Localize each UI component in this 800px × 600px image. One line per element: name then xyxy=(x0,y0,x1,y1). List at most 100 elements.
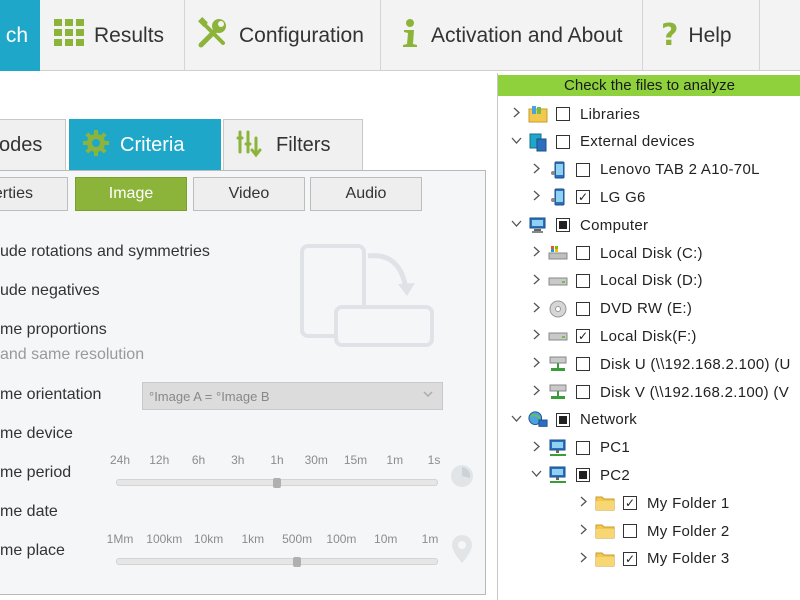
tree-row[interactable]: Network xyxy=(510,407,637,433)
period-slider-thumb[interactable] xyxy=(273,478,281,488)
scale-tick-label: 500m xyxy=(282,532,313,546)
chevron-down-icon[interactable] xyxy=(510,413,522,427)
tree-row[interactable]: Libraries xyxy=(510,101,640,127)
tree-row[interactable]: ✓ My Folder 1 xyxy=(577,490,730,516)
chevron-right-icon[interactable] xyxy=(530,357,542,371)
place-slider-track[interactable] xyxy=(116,558,438,565)
help-button-label: Help xyxy=(688,23,732,47)
tab-properties[interactable]: erties xyxy=(0,177,68,211)
tree-checkbox[interactable] xyxy=(576,357,590,372)
tab-filters[interactable]: Filters xyxy=(223,119,363,171)
tab-modes[interactable]: odes xyxy=(0,119,66,171)
tree-row[interactable]: Lenovo TAB 2 A10-70L xyxy=(530,157,760,183)
tab-image[interactable]: Image xyxy=(75,177,187,211)
option-same-resolution[interactable]: and same resolution xyxy=(0,346,144,364)
tree-checkbox[interactable]: ✓ xyxy=(623,496,637,511)
tree-checkbox[interactable] xyxy=(576,273,590,288)
option-date[interactable]: me date xyxy=(0,503,58,521)
tree-row[interactable]: Disk V (\\192.168.2.100) (V xyxy=(530,379,789,405)
tree-checkbox[interactable]: ✓ xyxy=(576,190,590,205)
chevron-down-icon[interactable] xyxy=(510,218,522,232)
tree-checkbox[interactable] xyxy=(556,218,570,233)
pc-icon xyxy=(548,465,568,485)
chevron-down-icon[interactable] xyxy=(510,135,522,149)
tree-row[interactable]: Computer xyxy=(510,212,648,238)
option-rotations[interactable]: ude rotations and symmetries xyxy=(0,243,210,261)
option-place[interactable]: me place xyxy=(0,542,65,560)
tree-row[interactable]: DVD RW (E:) xyxy=(530,296,692,322)
tab-video[interactable]: Video xyxy=(193,177,305,211)
tree-checkbox[interactable] xyxy=(576,301,590,316)
orientation-dropdown-value: °Image A = °Image B xyxy=(149,388,270,404)
clock-icon xyxy=(450,464,474,493)
phone-icon xyxy=(548,187,568,207)
configuration-toolbar-button[interactable]: Configuration xyxy=(185,0,381,71)
tree-row[interactable]: Disk U (\\192.168.2.100) (U xyxy=(530,351,791,377)
option-device[interactable]: me device xyxy=(0,425,73,443)
orientation-dropdown[interactable]: °Image A = °Image B xyxy=(142,382,443,410)
chevron-right-icon[interactable] xyxy=(530,274,542,288)
chevron-right-icon[interactable] xyxy=(530,246,542,260)
phone-icon xyxy=(548,160,568,180)
tab-video-label: Video xyxy=(228,185,270,202)
tree-row-label: Libraries xyxy=(580,105,641,123)
results-toolbar-button[interactable]: Results xyxy=(40,0,185,71)
file-tree-panel: Check the files to analyze Libraries Exte… xyxy=(497,73,800,600)
media-type-tabs: erties Image Video Audio xyxy=(0,177,486,211)
option-period[interactable]: me period xyxy=(0,464,71,482)
chevron-right-icon[interactable] xyxy=(577,496,589,510)
chevron-right-icon[interactable] xyxy=(530,302,542,316)
chevron-down-icon[interactable] xyxy=(530,468,542,482)
tree-row[interactable]: External devices xyxy=(510,129,695,155)
chevron-right-icon[interactable] xyxy=(530,163,542,177)
tree-checkbox[interactable] xyxy=(576,246,590,260)
chevron-right-icon[interactable] xyxy=(530,190,542,204)
chevron-right-icon[interactable] xyxy=(577,552,589,566)
option-orientation[interactable]: me orientation xyxy=(0,386,101,404)
period-slider[interactable]: 24h 12h 6h 3h 1h 30m 15m 1m 1s xyxy=(106,453,446,488)
tree-checkbox[interactable] xyxy=(576,468,590,483)
tree-row[interactable]: ✓ Local Disk(F:) xyxy=(530,323,697,349)
scale-tick-label: 1s xyxy=(427,453,441,467)
tree-checkbox[interactable]: ✓ xyxy=(623,551,637,566)
tree-checkbox[interactable] xyxy=(576,385,590,399)
tree-row[interactable]: PC1 xyxy=(530,435,630,461)
computer-icon xyxy=(528,215,548,235)
tree-row[interactable]: ✓ LG G6 xyxy=(530,184,646,210)
scale-tick-label: 1Mm xyxy=(106,532,134,546)
tree-row-label: Computer xyxy=(580,216,649,234)
tree-row[interactable]: PC2 xyxy=(530,462,630,488)
option-proportions[interactable]: me proportions xyxy=(0,321,107,339)
chevron-right-icon[interactable] xyxy=(530,329,542,343)
option-negatives[interactable]: ude negatives xyxy=(0,282,100,300)
tree-checkbox[interactable] xyxy=(556,412,570,427)
chevron-right-icon[interactable] xyxy=(577,524,589,538)
tree-checkbox[interactable] xyxy=(576,440,590,455)
help-toolbar-button[interactable]: ? Help xyxy=(643,0,760,71)
tab-audio[interactable]: Audio xyxy=(310,177,422,211)
tree-row[interactable]: Local Disk (D:) xyxy=(530,268,703,294)
activation-toolbar-button[interactable]: Activation and About xyxy=(381,0,643,71)
tree-checkbox[interactable]: ✓ xyxy=(576,329,590,344)
main-tab-bar: odes Criteria Filters xyxy=(0,119,497,171)
tab-criteria[interactable]: Criteria xyxy=(69,119,221,171)
chevron-right-icon[interactable] xyxy=(530,385,542,399)
chevron-right-icon[interactable] xyxy=(530,441,542,455)
folder-icon xyxy=(595,493,615,513)
tree-checkbox[interactable] xyxy=(623,524,637,538)
period-scale-labels: 24h 12h 6h 3h 1h 30m 15m 1m 1s xyxy=(106,453,446,469)
question-icon: ? xyxy=(661,18,679,53)
search-toolbar-button[interactable]: ch xyxy=(0,0,40,71)
tree-checkbox[interactable] xyxy=(576,162,590,177)
chevron-down-icon xyxy=(422,388,434,403)
rotate-device-icon xyxy=(300,244,435,352)
place-slider-thumb[interactable] xyxy=(293,557,302,567)
place-slider[interactable]: 1Mm 100km 10km 1km 500m 100m 10m 1m xyxy=(106,532,446,567)
tree-checkbox[interactable] xyxy=(556,134,570,149)
tree-row[interactable]: My Folder 2 xyxy=(577,518,730,544)
tree-row[interactable]: Local Disk (C:) xyxy=(530,240,703,266)
chevron-right-icon[interactable] xyxy=(510,107,522,121)
tree-row[interactable]: ✓ My Folder 3 xyxy=(577,546,730,572)
scale-tick-label: 30m xyxy=(304,453,328,467)
tree-checkbox[interactable] xyxy=(556,107,570,121)
